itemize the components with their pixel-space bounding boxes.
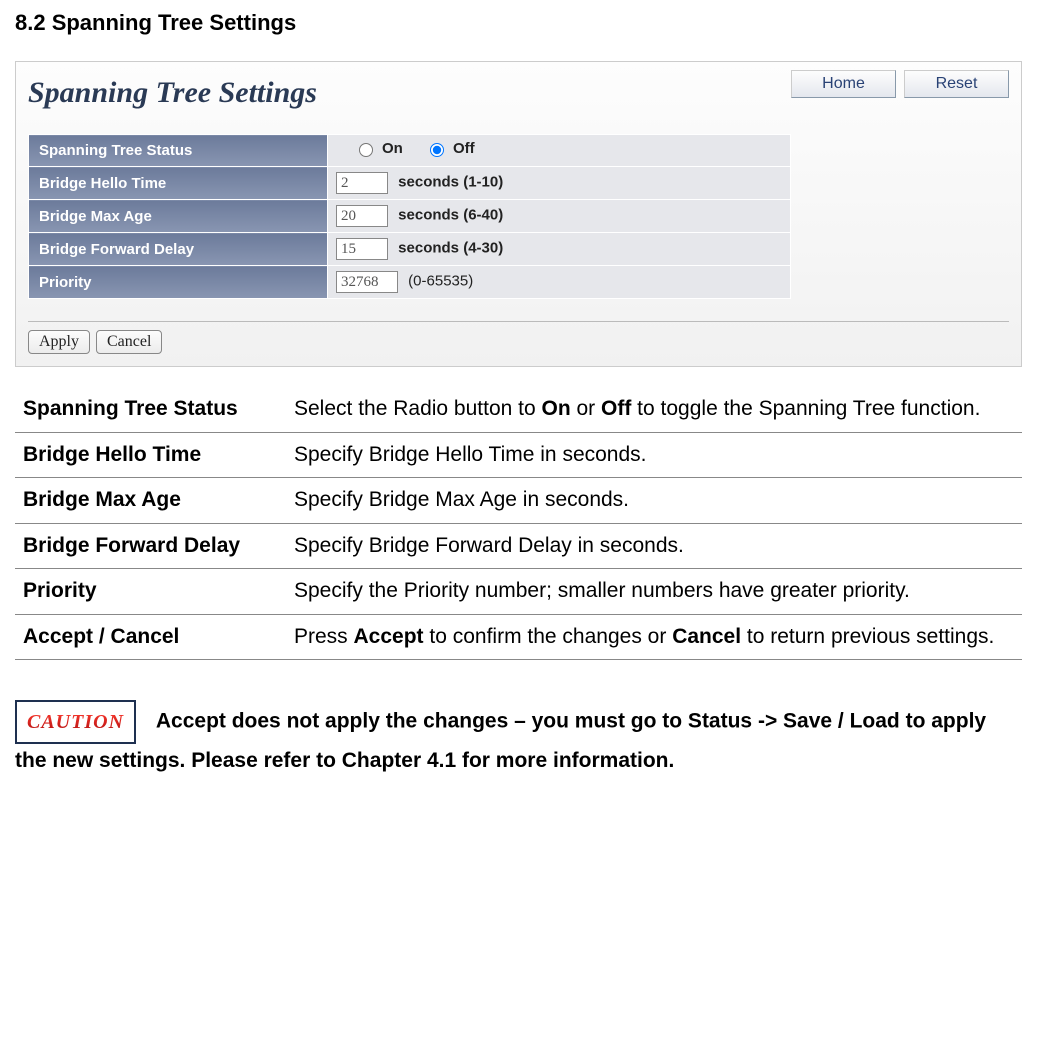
radio-on-wrap: On — [354, 140, 403, 157]
apply-button[interactable]: Apply — [28, 330, 90, 354]
value-bridge-forward-delay: seconds (4-30) — [328, 233, 791, 266]
radio-off-wrap: Off — [425, 140, 475, 157]
desc-text: Specify Bridge Max Age in seconds. — [286, 478, 1022, 524]
label-bridge-hello-time: Bridge Hello Time — [29, 167, 328, 200]
table-row: Bridge Forward Delay Specify Bridge Forwa… — [15, 523, 1022, 569]
value-priority: (0-65535) — [328, 266, 791, 299]
panel-header: Spanning Tree Settings Home Reset — [28, 70, 1009, 110]
input-priority[interactable] — [336, 271, 398, 293]
desc-keyword: On — [542, 397, 571, 420]
input-bridge-max-age[interactable] — [336, 205, 388, 227]
value-spanning-tree-status: On Off — [328, 135, 791, 167]
input-bridge-hello-time[interactable] — [336, 172, 388, 194]
caution-badge: CAUTION — [15, 700, 136, 744]
row-priority: Priority (0-65535) — [29, 266, 791, 299]
suffix-bridge-forward-delay: seconds (4-30) — [398, 240, 503, 257]
reset-button[interactable]: Reset — [904, 70, 1009, 98]
description-table: Spanning Tree StatusSelect the Radio but… — [15, 387, 1022, 660]
label-spanning-tree-status: Spanning Tree Status — [29, 135, 328, 167]
desc-keyword: Cancel — [672, 625, 741, 648]
radio-off-label: Off — [453, 140, 475, 157]
desc-fragment: or — [571, 397, 601, 420]
section-heading: 8.2 Spanning Tree Settings — [15, 10, 1022, 36]
radio-off[interactable] — [430, 143, 444, 157]
row-bridge-forward-delay: Bridge Forward Delay seconds (4-30) — [29, 233, 791, 266]
desc-label: Bridge Hello Time — [15, 432, 286, 478]
desc-fragment: Press — [294, 625, 354, 648]
desc-fragment: to confirm the changes or — [424, 625, 673, 648]
desc-fragment: to toggle the Spanning Tree function. — [631, 397, 980, 420]
caution-icon: CAUTION — [27, 711, 124, 733]
suffix-priority: (0-65535) — [408, 273, 473, 290]
desc-label: Bridge Max Age — [15, 478, 286, 524]
value-bridge-max-age: seconds (6-40) — [328, 200, 791, 233]
desc-fragment: Specify the Priority number; smaller num… — [294, 579, 910, 602]
label-bridge-forward-delay: Bridge Forward Delay — [29, 233, 328, 266]
desc-label: Spanning Tree Status — [15, 387, 286, 432]
caution-message: Accept does not apply the changes – you … — [15, 710, 986, 772]
label-bridge-max-age: Bridge Max Age — [29, 200, 328, 233]
desc-text: Press Accept to confirm the changes or C… — [286, 614, 1022, 660]
label-priority: Priority — [29, 266, 328, 299]
table-row: Bridge Max Age Specify Bridge Max Age in … — [15, 478, 1022, 524]
desc-label: Accept / Cancel — [15, 614, 286, 660]
caution-block: CAUTION Accept does not apply the change… — [15, 700, 1022, 777]
desc-fragment: Specify Bridge Max Age in seconds. — [294, 488, 629, 511]
row-bridge-hello-time: Bridge Hello Time seconds (1-10) — [29, 167, 791, 200]
desc-text: Specify the Priority number; smaller num… — [286, 569, 1022, 615]
input-bridge-forward-delay[interactable] — [336, 238, 388, 260]
table-row: Accept / CancelPress Accept to confirm t… — [15, 614, 1022, 660]
desc-fragment: to return previous settings. — [741, 625, 994, 648]
desc-fragment: Select the Radio button to — [294, 397, 542, 420]
desc-text: Specify Bridge Hello Time in seconds. — [286, 432, 1022, 478]
desc-label: Bridge Forward Delay — [15, 523, 286, 569]
row-bridge-max-age: Bridge Max Age seconds (6-40) — [29, 200, 791, 233]
row-spanning-tree-status: Spanning Tree Status On Off — [29, 135, 791, 167]
home-button[interactable]: Home — [791, 70, 896, 98]
suffix-bridge-max-age: seconds (6-40) — [398, 207, 503, 224]
desc-text: Select the Radio button to On or Off to … — [286, 387, 1022, 432]
settings-panel: Spanning Tree Settings Home Reset Spanni… — [15, 61, 1022, 367]
desc-text: Specify Bridge Forward Delay in seconds. — [286, 523, 1022, 569]
settings-table: Spanning Tree Status On Off Bridge Hello… — [28, 134, 791, 299]
table-row: Priority Specify the Priority number; sma… — [15, 569, 1022, 615]
panel-footer-buttons: Apply Cancel — [28, 330, 1009, 354]
panel-button-group: Home Reset — [791, 70, 1009, 98]
cancel-button[interactable]: Cancel — [96, 330, 162, 354]
value-bridge-hello-time: seconds (1-10) — [328, 167, 791, 200]
table-row: Bridge Hello Time Specify Bridge Hello Ti… — [15, 432, 1022, 478]
desc-fragment: Specify Bridge Hello Time in seconds. — [294, 443, 647, 466]
suffix-bridge-hello-time: seconds (1-10) — [398, 174, 503, 191]
table-row: Spanning Tree StatusSelect the Radio but… — [15, 387, 1022, 432]
desc-label: Priority — [15, 569, 286, 615]
desc-fragment: Specify Bridge Forward Delay in seconds. — [294, 534, 684, 557]
desc-keyword: Accept — [354, 625, 424, 648]
desc-keyword: Off — [601, 397, 631, 420]
radio-on[interactable] — [359, 143, 373, 157]
panel-title: Spanning Tree Settings — [28, 70, 317, 110]
panel-divider — [28, 321, 1009, 322]
radio-on-label: On — [382, 140, 403, 157]
